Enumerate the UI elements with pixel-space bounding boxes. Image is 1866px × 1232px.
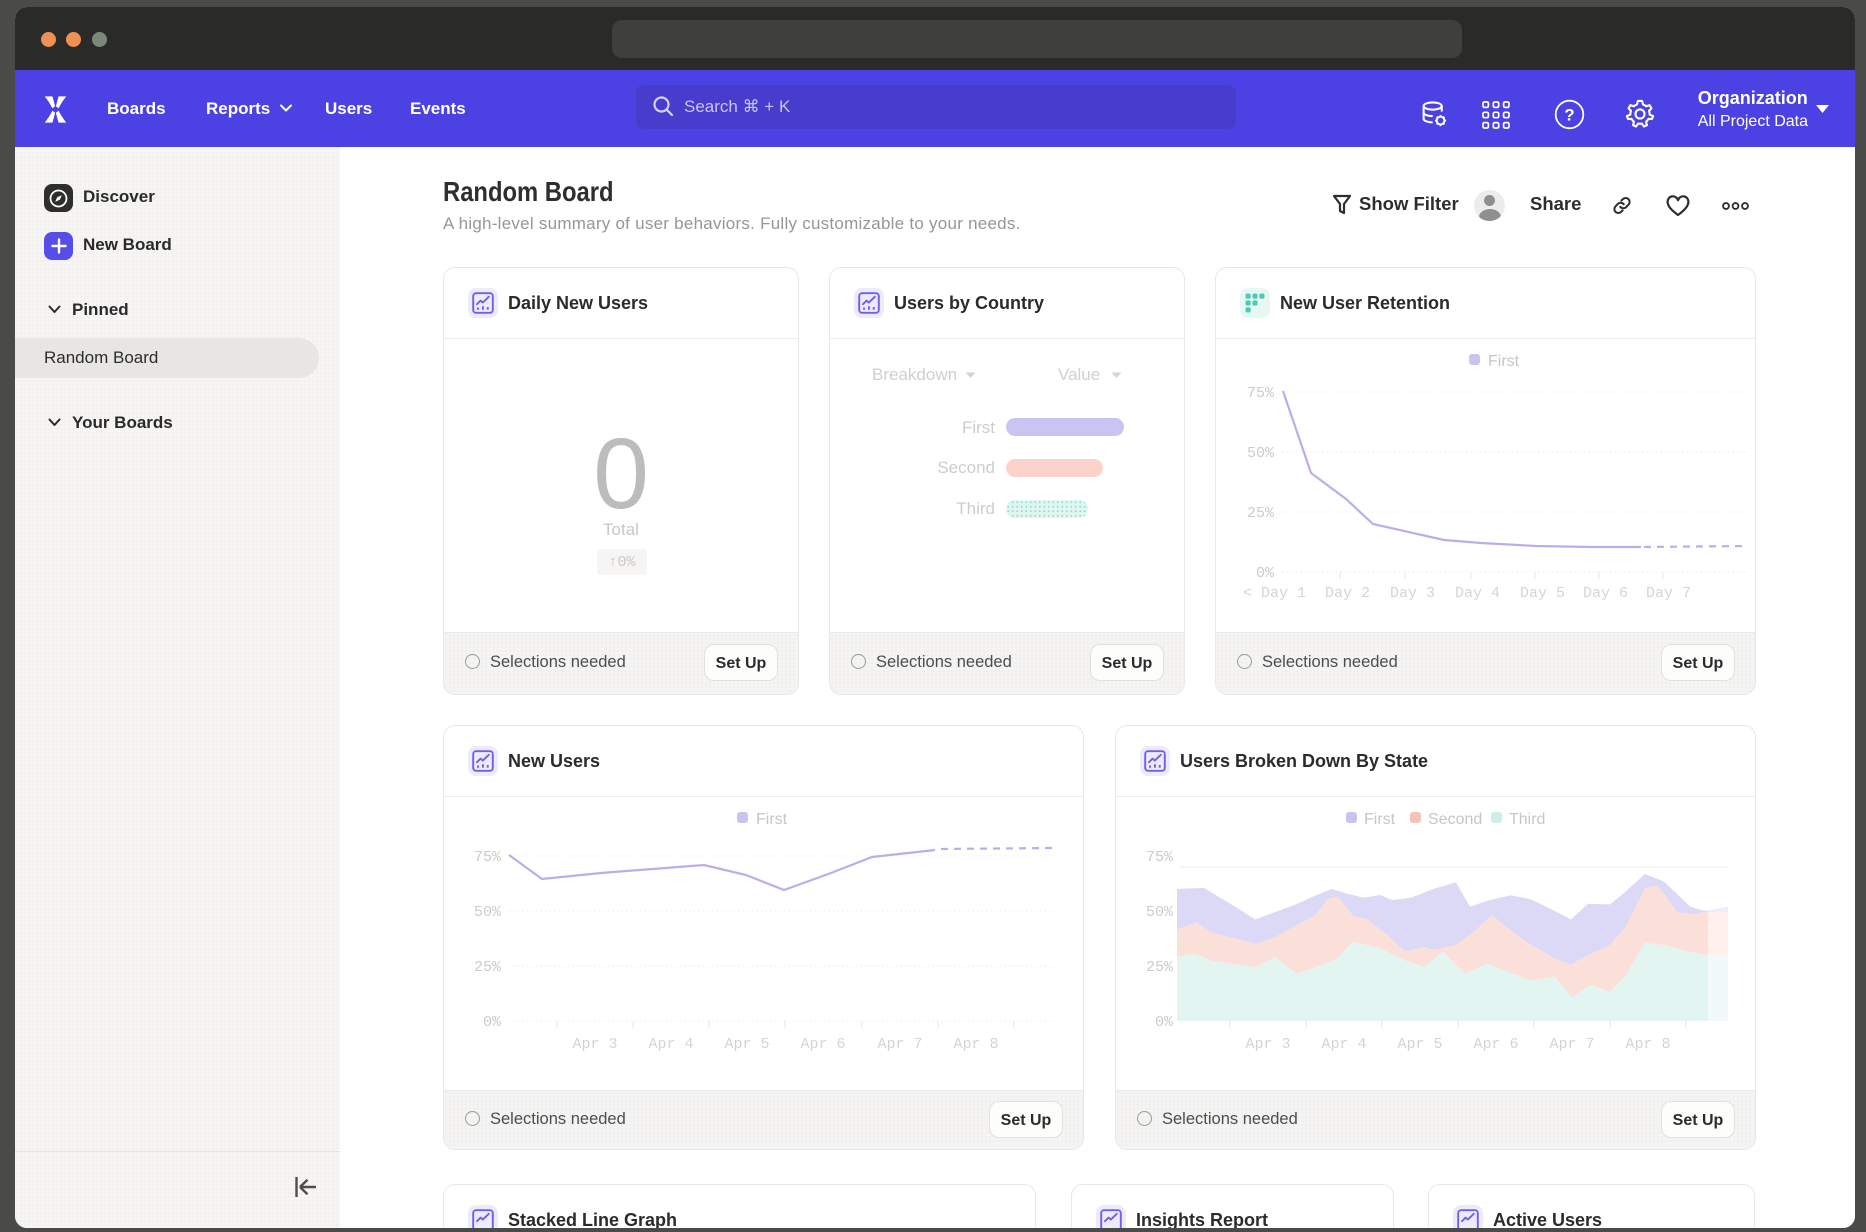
svg-text:25%: 25%: [474, 959, 502, 976]
svg-text:25%: 25%: [1247, 505, 1275, 522]
svg-text:Apr 3: Apr 3: [1245, 1036, 1290, 1053]
svg-text:Apr 6: Apr 6: [800, 1036, 845, 1053]
svg-text:< Day 1: < Day 1: [1243, 585, 1306, 602]
svg-text:Day 4: Day 4: [1455, 585, 1500, 602]
svg-text:Apr 4: Apr 4: [648, 1036, 693, 1053]
svg-text:Apr 5: Apr 5: [1397, 1036, 1442, 1053]
svg-text:0%: 0%: [1155, 1014, 1174, 1031]
svg-text:75%: 75%: [474, 849, 502, 866]
svg-text:50%: 50%: [1146, 904, 1174, 921]
svg-text:Apr 3: Apr 3: [572, 1036, 617, 1053]
svg-text:First: First: [756, 811, 788, 828]
svg-text:?: ?: [1564, 106, 1574, 125]
svg-text:50%: 50%: [1247, 445, 1275, 462]
svg-text:Apr 7: Apr 7: [877, 1036, 922, 1053]
svg-text:Apr 6: Apr 6: [1473, 1036, 1518, 1053]
svg-text:Day 6: Day 6: [1583, 585, 1628, 602]
svg-text:Apr 8: Apr 8: [953, 1036, 998, 1053]
svg-text:Apr 4: Apr 4: [1321, 1036, 1366, 1053]
svg-text:First: First: [1488, 353, 1520, 370]
svg-text:0%: 0%: [1256, 565, 1275, 582]
svg-text:50%: 50%: [474, 904, 502, 921]
svg-text:Day 5: Day 5: [1520, 585, 1565, 602]
svg-text:Apr 7: Apr 7: [1549, 1036, 1594, 1053]
svg-text:Day 7: Day 7: [1646, 585, 1691, 602]
svg-text:0%: 0%: [483, 1014, 502, 1031]
svg-text:75%: 75%: [1146, 849, 1174, 866]
svg-text:Second: Second: [1428, 811, 1482, 828]
svg-text:Third: Third: [1509, 811, 1545, 828]
svg-text:Apr 8: Apr 8: [1625, 1036, 1670, 1053]
svg-text:Day 2: Day 2: [1325, 585, 1370, 602]
svg-text:First: First: [1364, 811, 1396, 828]
svg-text:25%: 25%: [1146, 959, 1174, 976]
svg-text:Apr 5: Apr 5: [724, 1036, 769, 1053]
svg-text:Day 3: Day 3: [1390, 585, 1435, 602]
svg-text:75%: 75%: [1247, 385, 1275, 402]
